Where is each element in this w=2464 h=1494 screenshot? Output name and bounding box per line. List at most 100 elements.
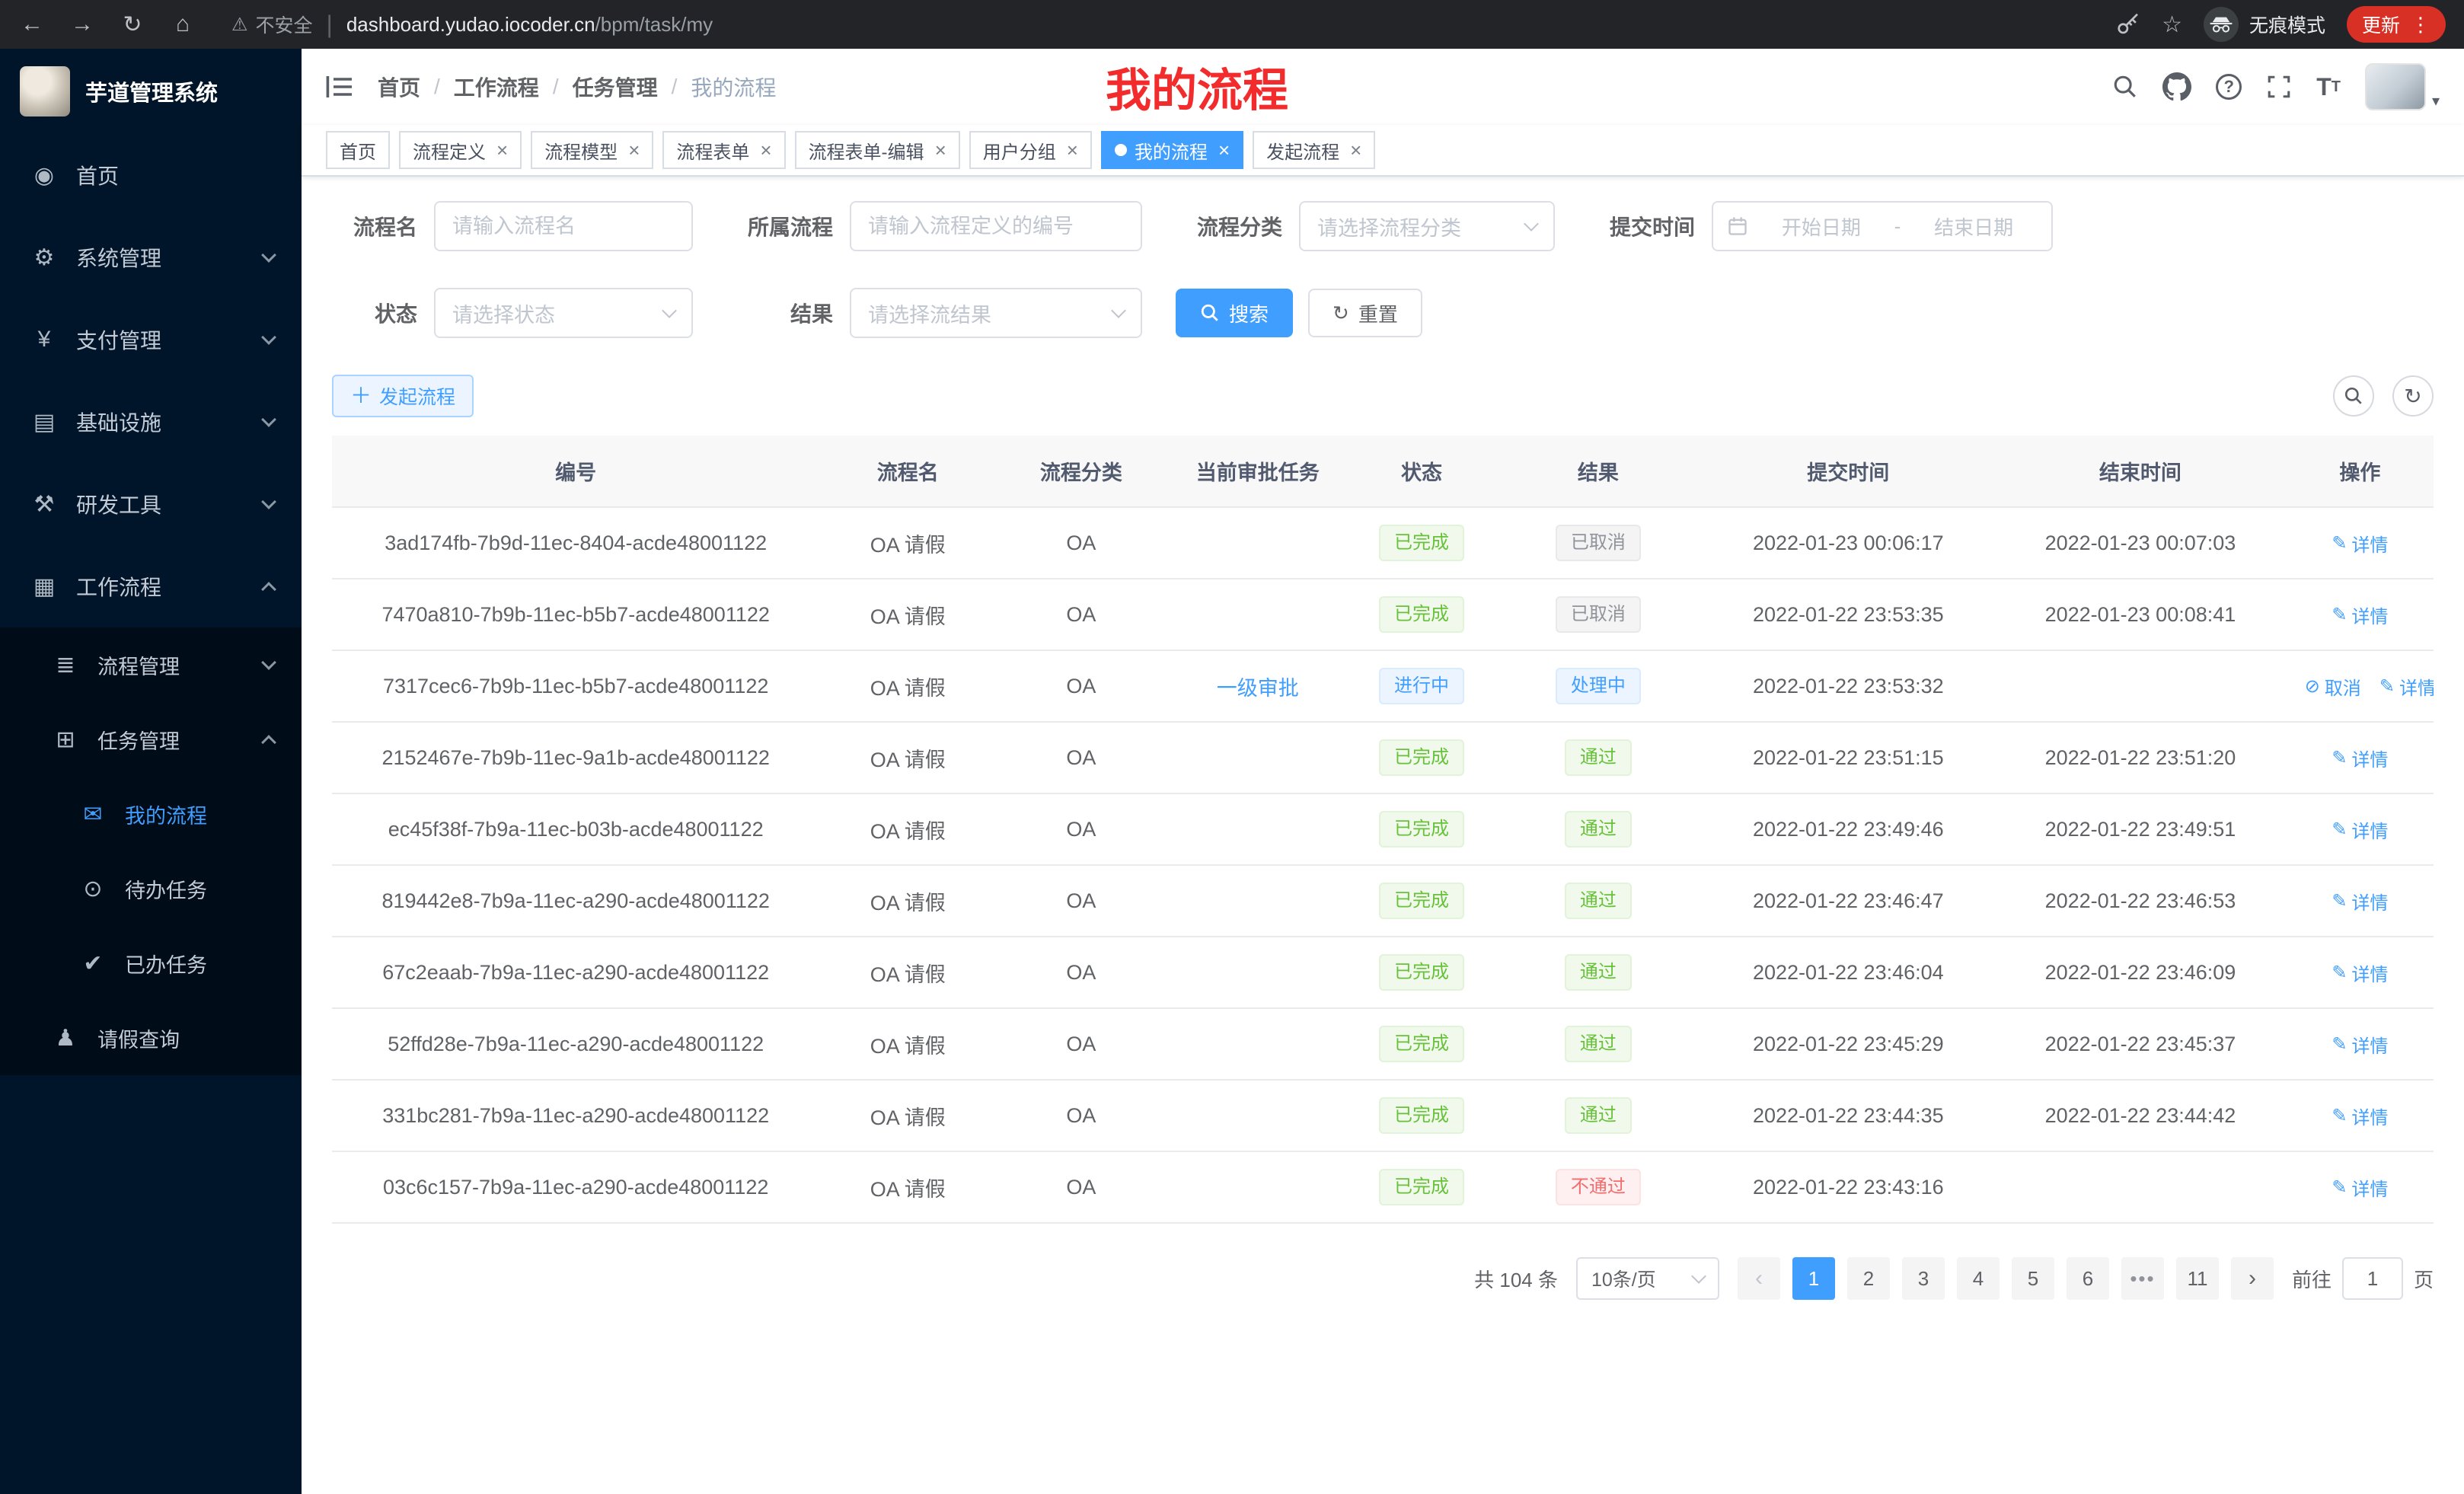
status-select[interactable]: 请选择状态 (434, 288, 693, 338)
breadcrumb-item[interactable]: 工作流程 (454, 72, 539, 102)
cell-end-time: 2022-01-22 23:49:51 (1994, 793, 2287, 865)
sidebar-item-my-process[interactable]: ✉ 我的流程 (0, 777, 302, 851)
fullscreen-icon[interactable] (2266, 74, 2292, 100)
sidebar-item-task-management[interactable]: ⊞ 任务管理 (0, 702, 302, 777)
refresh-table-button[interactable]: ↻ (2392, 375, 2434, 417)
reload-icon[interactable]: ↻ (119, 11, 146, 38)
page-button[interactable]: 11 (2176, 1257, 2219, 1300)
result-select[interactable]: 请选择流结果 (850, 288, 1142, 338)
sidebar-item-infrastructure[interactable]: ▤ 基础设施 (0, 381, 302, 463)
detail-link[interactable]: 详情 (2332, 1031, 2388, 1058)
sidebar-item-todo-tasks[interactable]: ⊙ 待办任务 (0, 851, 302, 926)
tags-view-item[interactable]: 流程表单-编辑× (795, 131, 960, 169)
home-icon[interactable]: ⌂ (169, 11, 196, 37)
url-text[interactable]: dashboard.yudao.iocoder.cn/bpm/task/my (346, 13, 713, 37)
sidebar-item-home[interactable]: ◉ 首页 (0, 134, 302, 216)
sidebar-item-system[interactable]: ⚙ 系统管理 (0, 216, 302, 298)
tab-close-icon[interactable]: × (628, 139, 640, 162)
tab-close-icon[interactable]: × (496, 139, 508, 162)
prev-page-button[interactable]: ‹ (1738, 1257, 1780, 1300)
tab-close-icon[interactable]: × (935, 139, 946, 162)
end-date-placeholder[interactable]: 结束日期 (1910, 212, 2038, 241)
process-name-input[interactable] (434, 201, 693, 251)
cell-submit-time: 2022-01-22 23:49:46 (1702, 793, 1994, 865)
search-button[interactable]: 搜索 (1176, 289, 1293, 337)
task-link[interactable]: 一级审批 (1217, 677, 1299, 700)
github-icon[interactable] (2162, 72, 2191, 101)
detail-link[interactable]: 详情 (2332, 745, 2388, 771)
tags-view-item[interactable]: 我的流程× (1101, 131, 1243, 169)
page-button[interactable]: 6 (2067, 1257, 2109, 1300)
sidebar-item-workflow[interactable]: ▦ 工作流程 (0, 545, 302, 627)
create-process-button[interactable]: ＋ 发起流程 (332, 375, 474, 417)
page-button[interactable]: 1 (1792, 1257, 1835, 1300)
tags-view-item[interactable]: 流程定义× (399, 131, 522, 169)
detail-link[interactable]: 详情 (2332, 816, 2388, 843)
page-button[interactable]: 2 (1847, 1257, 1890, 1300)
forward-icon[interactable]: → (69, 11, 96, 37)
detail-link[interactable]: 详情 (2332, 1103, 2388, 1129)
page-size-select[interactable]: 10条/页 (1576, 1257, 1719, 1300)
tags-view-item[interactable]: 发起流程× (1253, 131, 1375, 169)
tab-close-icon[interactable]: × (1350, 139, 1361, 162)
reset-button[interactable]: ↻ 重置 (1308, 289, 1422, 337)
process-definition-input[interactable] (850, 201, 1142, 251)
table-row: 2152467e-7b9b-11ec-9a1b-acde48001122 OA … (332, 722, 2434, 793)
cell-current-task (1167, 579, 1349, 650)
cell-status: 已完成 (1349, 1008, 1494, 1080)
search-icon[interactable] (2112, 74, 2138, 100)
next-page-button[interactable]: › (2231, 1257, 2274, 1300)
browser-chrome: ← → ↻ ⌂ ⚠ 不安全 | dashboard.yudao.iocoder.… (0, 0, 2464, 49)
update-button[interactable]: 更新 ⋮ (2347, 6, 2446, 43)
page-button[interactable]: 4 (1957, 1257, 2000, 1300)
tab-close-icon[interactable]: × (760, 139, 771, 162)
page-button[interactable]: 3 (1902, 1257, 1945, 1300)
table-row: 03c6c157-7b9a-11ec-a290-acde48001122 OA … (332, 1151, 2434, 1223)
toggle-search-button[interactable] (2333, 375, 2374, 417)
start-date-placeholder[interactable]: 开始日期 (1757, 212, 1885, 241)
detail-link[interactable]: 详情 (2332, 602, 2388, 628)
detail-link[interactable]: 详情 (2332, 1174, 2388, 1201)
sidebar-item-leave-query[interactable]: ♟ 请假查询 (0, 1001, 302, 1075)
detail-link[interactable]: 详情 (2332, 888, 2388, 915)
help-icon[interactable]: ? (2216, 74, 2242, 100)
bookmark-star-icon[interactable]: ☆ (2162, 11, 2182, 38)
tags-view-item[interactable]: 首页 (326, 131, 390, 169)
tags-view-item[interactable]: 流程模型× (531, 131, 653, 169)
security-chip[interactable]: ⚠ 不安全 (231, 11, 313, 38)
back-icon[interactable]: ← (18, 11, 46, 37)
breadcrumb-item[interactable]: 任务管理 (573, 72, 658, 102)
table-toolbar: ↻ (2333, 375, 2434, 417)
cell-status: 已完成 (1349, 1151, 1494, 1223)
tags-view-item[interactable]: 流程表单× (662, 131, 785, 169)
font-size-icon[interactable]: TT (2316, 75, 2341, 99)
result-badge: 通过 (1565, 883, 1632, 919)
browser-menu-icon[interactable]: ⋮ (2411, 13, 2430, 37)
sidebar-item-devtools[interactable]: ⚒ 研发工具 (0, 463, 302, 545)
detail-link[interactable]: 详情 (2332, 530, 2388, 557)
more-pages-button[interactable]: ••• (2121, 1257, 2164, 1300)
goto-page-input[interactable] (2342, 1257, 2403, 1300)
result-badge: 不通过 (1556, 1169, 1641, 1205)
url-path: /bpm/task/my (595, 13, 713, 36)
tab-close-icon[interactable]: × (1218, 139, 1230, 162)
cell-process-name: OA 请假 (819, 937, 996, 1008)
cancel-link[interactable]: 取消 (2305, 673, 2361, 700)
detail-link[interactable]: 详情 (2332, 959, 2388, 986)
tags-view-item[interactable]: 用户分组× (969, 131, 1092, 169)
tab-close-icon[interactable]: × (1067, 139, 1078, 162)
page-button[interactable]: 5 (2012, 1257, 2054, 1300)
chevron-down-icon (261, 494, 276, 509)
user-menu[interactable]: ▾ (2365, 63, 2440, 110)
address-bar[interactable]: ⚠ 不安全 | dashboard.yudao.iocoder.cn/bpm/t… (231, 11, 2093, 39)
hamburger-icon[interactable] (326, 75, 353, 99)
date-range-picker[interactable]: 开始日期 - 结束日期 (1712, 201, 2053, 251)
key-icon[interactable] (2116, 12, 2140, 37)
cell-id: 67c2eaab-7b9a-11ec-a290-acde48001122 (332, 937, 819, 1008)
breadcrumb-item[interactable]: 首页 (378, 72, 420, 102)
sidebar-item-payment[interactable]: ¥ 支付管理 (0, 298, 302, 381)
sidebar-item-process-management[interactable]: ≣ 流程管理 (0, 627, 302, 702)
category-select[interactable]: 请选择流程分类 (1299, 201, 1555, 251)
detail-link[interactable]: 详情 (2379, 673, 2434, 700)
sidebar-item-done-tasks[interactable]: ✔ 已办任务 (0, 926, 302, 1001)
